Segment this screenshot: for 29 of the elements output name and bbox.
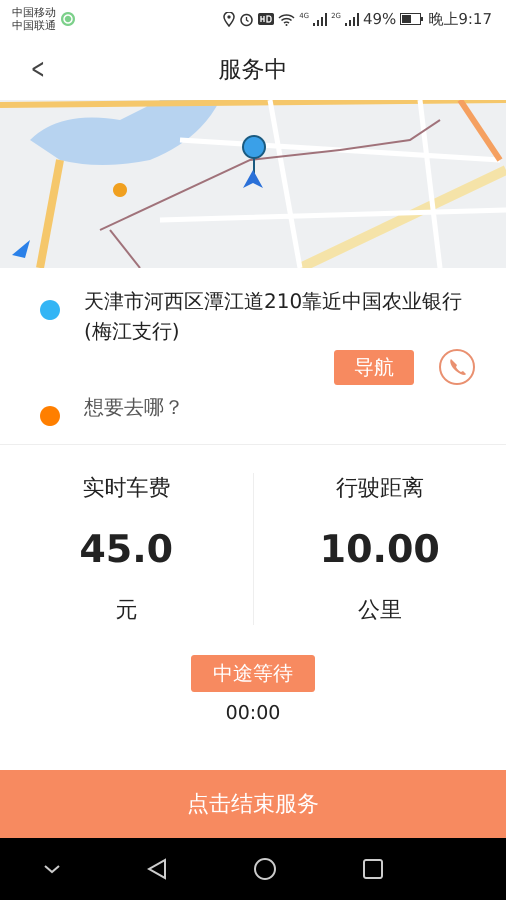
back-icon[interactable] (147, 858, 167, 880)
location-icon (223, 12, 236, 26)
stat-label: 实时车费 (82, 475, 170, 503)
home-icon[interactable] (253, 857, 277, 881)
recent-apps-icon[interactable] (363, 859, 383, 879)
signal-icon (313, 12, 328, 26)
navigate-button[interactable]: 导航 (334, 350, 414, 384)
back-button[interactable]: < (27, 52, 48, 85)
clock-time: 晚上9:17 (428, 10, 492, 28)
wifi-icon (278, 12, 296, 26)
end-service-button[interactable]: 点击结束服务 (0, 770, 506, 838)
stat-value: 45.0 (79, 527, 174, 571)
battery-percent: 49% (362, 10, 396, 28)
carrier-name: 中国联通 (12, 19, 56, 32)
page-title: 服务中 (218, 56, 288, 84)
signal-icon (344, 12, 359, 26)
stat-label: 行驶距离 (336, 475, 424, 503)
chevron-down-icon[interactable] (43, 864, 61, 874)
battery-icon (400, 13, 424, 25)
destination-placeholder[interactable]: 想要去哪？ (84, 392, 184, 422)
hd-icon (258, 13, 274, 25)
stat-unit: 元 (115, 597, 138, 625)
stat-value: 10.00 (320, 527, 440, 571)
carrier-name: 中国移动 (12, 6, 56, 19)
wait-timer: 00:00 (226, 702, 280, 724)
address-text: 天津市河西区潭江道210靠近中国农业银行(梅江支行) (84, 288, 464, 345)
alarm-clock-icon (239, 12, 254, 26)
stat-unit: 公里 (358, 597, 402, 625)
wait-button[interactable]: 中途等待 (191, 655, 315, 692)
